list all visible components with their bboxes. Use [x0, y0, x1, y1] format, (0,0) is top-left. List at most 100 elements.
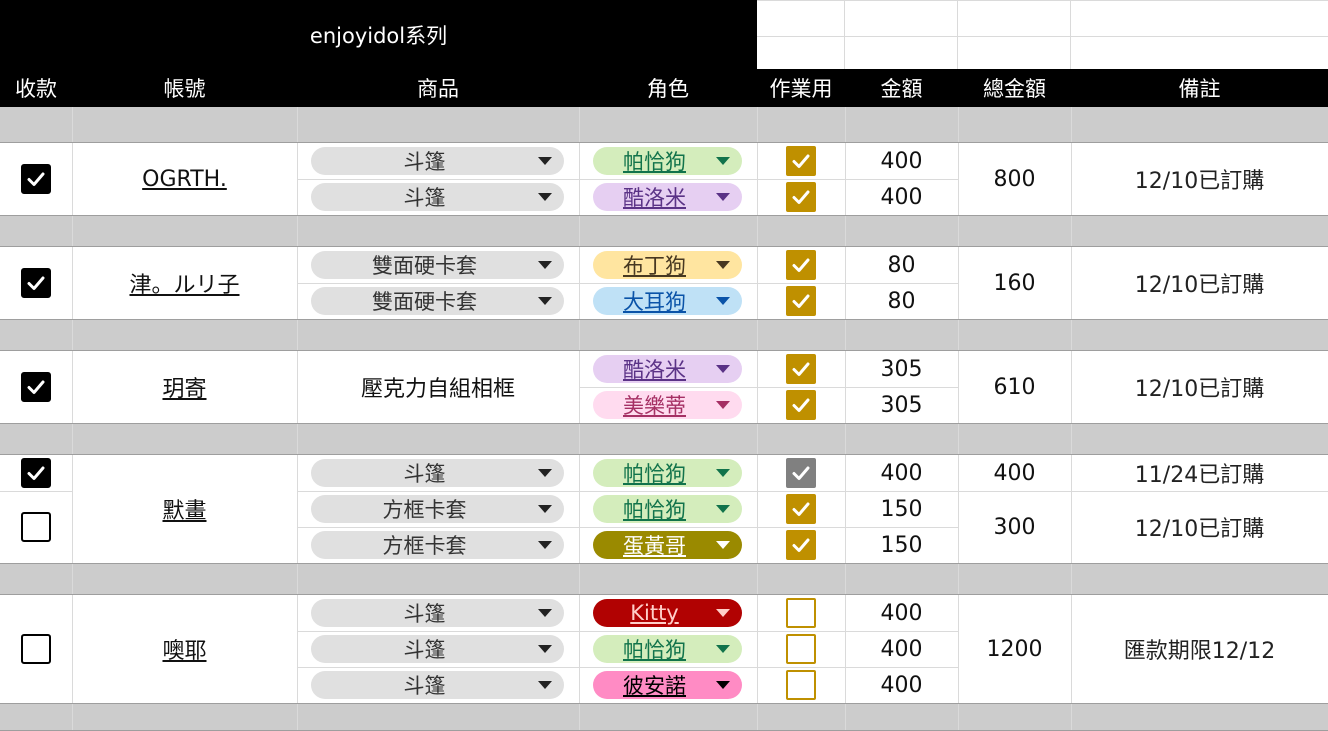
- header-note[interactable]: 備註: [1071, 69, 1328, 107]
- header-role[interactable]: 角色: [579, 69, 757, 107]
- header-account[interactable]: 帳號: [72, 69, 297, 107]
- role-dropdown[interactable]: 布丁狗: [593, 251, 742, 279]
- account-name[interactable]: 噢耶: [72, 595, 297, 703]
- product-dropdown[interactable]: 斗篷: [311, 599, 564, 627]
- paid-cell: [0, 247, 72, 319]
- note-cell[interactable]: 12/10已訂購: [1071, 491, 1328, 563]
- product-dropdown[interactable]: 雙面硬卡套: [311, 287, 564, 315]
- total-amount[interactable]: 300: [958, 491, 1071, 563]
- work-checkbox[interactable]: [786, 530, 816, 560]
- paid-checkbox[interactable]: [21, 164, 51, 194]
- amount-cell[interactable]: 400: [845, 179, 958, 215]
- role-dropdown[interactable]: 美樂蒂: [593, 391, 742, 419]
- paid-cell: [0, 491, 72, 563]
- dropdown-arrow-icon: [538, 609, 552, 617]
- dropdown-arrow-icon: [716, 469, 730, 477]
- amount-cell[interactable]: 150: [845, 491, 958, 527]
- paid-checkbox[interactable]: [21, 634, 51, 664]
- amount-cell[interactable]: 400: [845, 455, 958, 491]
- paid-checkbox[interactable]: [21, 458, 51, 488]
- product-dropdown[interactable]: 斗篷: [311, 671, 564, 699]
- total-amount[interactable]: 160: [958, 247, 1071, 319]
- role-dropdown[interactable]: 酷洛米: [593, 183, 742, 211]
- paid-cell: [0, 455, 72, 491]
- product-name[interactable]: 壓克力自組相框: [297, 351, 579, 423]
- header-amount[interactable]: 金額: [845, 69, 958, 107]
- separator-row: [0, 563, 1328, 595]
- role-dropdown[interactable]: 酷洛米: [593, 355, 742, 383]
- paid-checkbox[interactable]: [21, 512, 51, 542]
- dropdown-arrow-icon: [538, 193, 552, 201]
- role-label: 大耳狗: [623, 290, 686, 314]
- paid-cell: [0, 351, 72, 423]
- role-label: 美樂蒂: [623, 394, 686, 418]
- amount-cell[interactable]: 400: [845, 595, 958, 631]
- role-label: 彼安諾: [623, 674, 686, 698]
- work-checkbox[interactable]: [786, 670, 816, 700]
- work-cell: [757, 595, 845, 631]
- amount-cell[interactable]: 400: [845, 667, 958, 703]
- paid-cell: [0, 595, 72, 703]
- total-amount[interactable]: 1200: [958, 595, 1071, 703]
- product-dropdown[interactable]: 雙面硬卡套: [311, 251, 564, 279]
- amount-cell[interactable]: 400: [845, 143, 958, 179]
- separator-row: [0, 703, 1328, 731]
- product-dropdown[interactable]: 斗篷: [311, 183, 564, 211]
- product-dropdown[interactable]: 斗篷: [311, 635, 564, 663]
- work-checkbox[interactable]: [786, 390, 816, 420]
- product-dropdown[interactable]: 斗篷: [311, 147, 564, 175]
- work-checkbox[interactable]: [786, 182, 816, 212]
- separator-row: [0, 107, 1328, 143]
- work-checkbox[interactable]: [786, 250, 816, 280]
- header-total[interactable]: 總金額: [958, 69, 1071, 107]
- total-amount[interactable]: 400: [958, 455, 1071, 491]
- work-checkbox[interactable]: [786, 146, 816, 176]
- amount-cell[interactable]: 400: [845, 631, 958, 667]
- account-name[interactable]: 津。ルリ子: [72, 247, 297, 319]
- role-dropdown[interactable]: 大耳狗: [593, 287, 742, 315]
- paid-checkbox[interactable]: [21, 372, 51, 402]
- note-cell[interactable]: 11/24已訂購: [1071, 455, 1328, 491]
- role-dropdown[interactable]: Kitty: [593, 599, 742, 627]
- total-amount[interactable]: 800: [958, 143, 1071, 215]
- work-checkbox[interactable]: [786, 286, 816, 316]
- account-name[interactable]: 默畫: [72, 455, 297, 563]
- note-cell[interactable]: 12/10已訂購: [1071, 247, 1328, 319]
- work-checkbox[interactable]: [786, 494, 816, 524]
- dropdown-arrow-icon: [716, 297, 730, 305]
- header-work[interactable]: 作業用: [757, 69, 845, 107]
- amount-cell[interactable]: 80: [845, 247, 958, 283]
- account-name[interactable]: 玥寄: [72, 351, 297, 423]
- role-dropdown[interactable]: 帕恰狗: [593, 635, 742, 663]
- account-name[interactable]: OGRTH.: [72, 143, 297, 215]
- role-dropdown[interactable]: 帕恰狗: [593, 495, 742, 523]
- role-dropdown[interactable]: 彼安諾: [593, 671, 742, 699]
- header-product[interactable]: 商品: [297, 69, 579, 107]
- work-checkbox[interactable]: [786, 354, 816, 384]
- work-checkbox[interactable]: [786, 458, 816, 488]
- product-dropdown[interactable]: 方框卡套: [311, 495, 564, 523]
- amount-cell[interactable]: 150: [845, 527, 958, 563]
- note-cell[interactable]: 匯款期限12/12: [1071, 595, 1328, 703]
- role-dropdown[interactable]: 帕恰狗: [593, 459, 742, 487]
- dropdown-arrow-icon: [716, 681, 730, 689]
- amount-cell[interactable]: 305: [845, 387, 958, 423]
- role-dropdown[interactable]: 帕恰狗: [593, 147, 742, 175]
- work-cell: [757, 247, 845, 283]
- dropdown-arrow-icon: [716, 261, 730, 269]
- total-amount[interactable]: 610: [958, 351, 1071, 423]
- paid-checkbox[interactable]: [21, 268, 51, 298]
- dropdown-arrow-icon: [538, 681, 552, 689]
- product-dropdown[interactable]: 斗篷: [311, 459, 564, 487]
- work-checkbox[interactable]: [786, 598, 816, 628]
- role-dropdown[interactable]: 蛋黃哥: [593, 531, 742, 559]
- amount-cell[interactable]: 80: [845, 283, 958, 319]
- amount-cell[interactable]: 305: [845, 351, 958, 387]
- product-dropdown[interactable]: 方框卡套: [311, 531, 564, 559]
- note-cell[interactable]: 12/10已訂購: [1071, 143, 1328, 215]
- note-cell[interactable]: 12/10已訂購: [1071, 351, 1328, 423]
- role-label: Kitty: [630, 601, 679, 625]
- work-checkbox[interactable]: [786, 634, 816, 664]
- header-paid[interactable]: 收款: [0, 69, 72, 107]
- role-label: 帕恰狗: [623, 462, 686, 486]
